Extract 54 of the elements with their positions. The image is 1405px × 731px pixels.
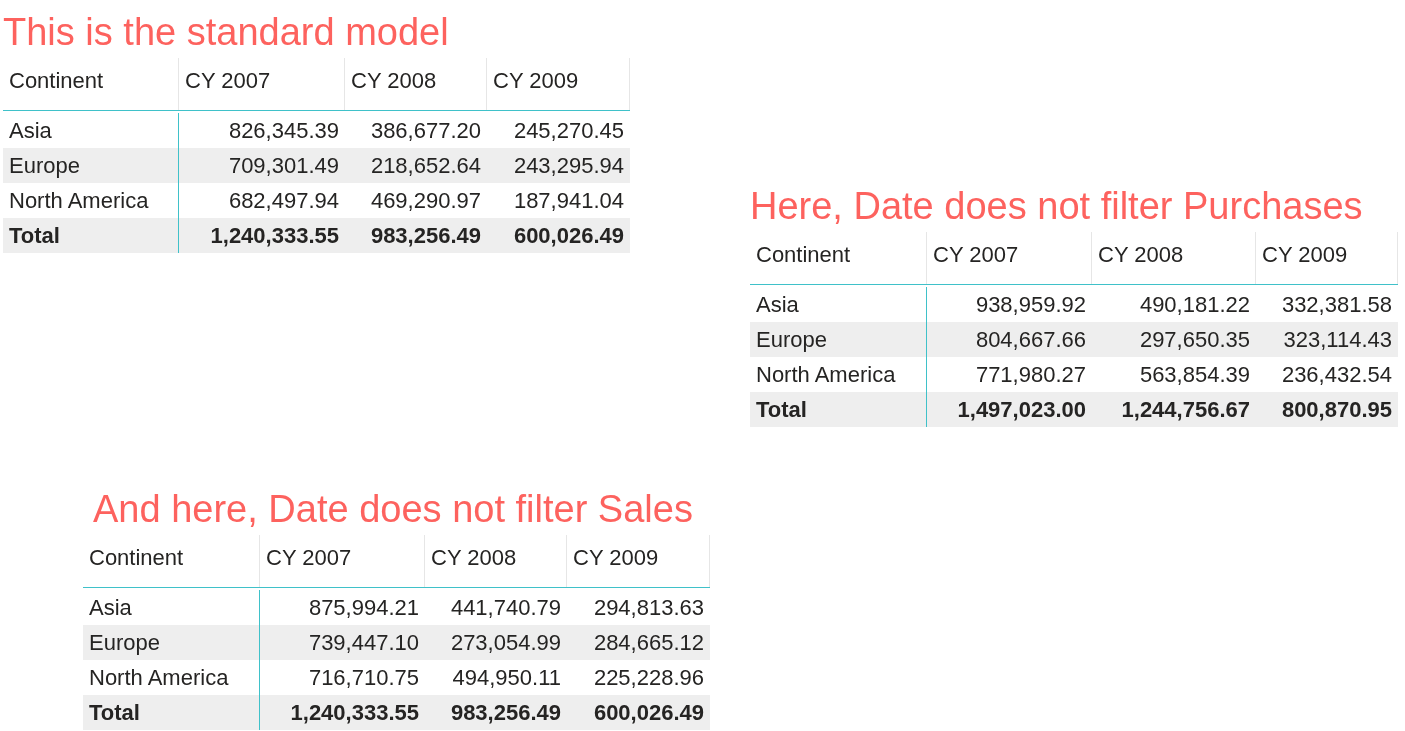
total-cell-text: 800,870.95 bbox=[1280, 396, 1393, 424]
table-cell-text: 563,854.39 bbox=[1138, 361, 1251, 389]
column-header[interactable]: CY 2007 bbox=[927, 232, 1092, 284]
table-cell-text: 938,959.92 bbox=[974, 291, 1087, 319]
table-cell-text: 716,710.75 bbox=[307, 664, 420, 692]
total-cell-text: 600,026.49 bbox=[592, 699, 705, 727]
visual-title: And here, Date does not filter Sales bbox=[93, 487, 694, 532]
total-cell: Total bbox=[3, 218, 179, 253]
table-cell-text: 323,114.43 bbox=[1282, 326, 1393, 354]
table-cell-text: 469,290.97 bbox=[369, 187, 482, 215]
table-cell-text: 441,740.79 bbox=[449, 594, 562, 622]
total-cell-text: 1,240,333.55 bbox=[209, 222, 340, 250]
column-header[interactable]: CY 2007 bbox=[260, 535, 425, 587]
column-header[interactable]: CY 2008 bbox=[1092, 232, 1256, 284]
total-cell-text: 983,256.49 bbox=[449, 699, 562, 727]
table-cell-text: 294,813.63 bbox=[592, 594, 705, 622]
table-cell-text: 709,301.49 bbox=[227, 152, 340, 180]
table-cell-text: 297,650.35 bbox=[1138, 326, 1251, 354]
table-cell-text: 386,677.20 bbox=[369, 117, 482, 145]
table-cell-text: 682,497.94 bbox=[227, 187, 340, 215]
total-cell-text: 1,240,333.55 bbox=[289, 699, 420, 727]
table-cell-text: 494,950.11 bbox=[451, 664, 562, 692]
total-cell-text: 600,026.49 bbox=[512, 222, 625, 250]
table-cell-text: 273,054.99 bbox=[449, 629, 562, 657]
total-cell: Total bbox=[750, 392, 927, 427]
table-cell-text: 332,381.58 bbox=[1280, 291, 1393, 319]
table-cell-text: 225,228.96 bbox=[592, 664, 705, 692]
table-cell-text: 187,941.04 bbox=[512, 187, 625, 215]
column-header[interactable]: CY 2009 bbox=[487, 58, 630, 110]
table-cell-text: 245,270.45 bbox=[512, 117, 625, 145]
total-cell-text: 983,256.49 bbox=[369, 222, 482, 250]
table-cell-text: 284,665.12 bbox=[592, 629, 705, 657]
table-cell-text: 739,447.10 bbox=[307, 629, 420, 657]
visual-title: Here, Date does not filter Purchases bbox=[750, 184, 1364, 229]
column-header[interactable]: CY 2009 bbox=[1256, 232, 1398, 284]
total-cell-text: 1,244,756.67 bbox=[1120, 396, 1251, 424]
total-cell: Total bbox=[83, 695, 260, 730]
table-cell-text: 771,980.27 bbox=[974, 361, 1087, 389]
column-header[interactable]: Continent bbox=[83, 535, 260, 587]
table-cell-text: 218,652.64 bbox=[369, 152, 482, 180]
column-header[interactable]: CY 2008 bbox=[425, 535, 567, 587]
column-header[interactable]: CY 2008 bbox=[345, 58, 487, 110]
table-cell-text: 804,667.66 bbox=[974, 326, 1087, 354]
table-cell-text: 490,181.22 bbox=[1138, 291, 1251, 319]
total-cell-text: 1,497,023.00 bbox=[956, 396, 1087, 424]
column-header[interactable]: Continent bbox=[3, 58, 179, 110]
table-cell-text: 875,994.21 bbox=[307, 594, 420, 622]
table-cell-text: 243,295.94 bbox=[512, 152, 625, 180]
table-cell-text: 826,345.39 bbox=[227, 117, 340, 145]
visual-title: This is the standard model bbox=[3, 10, 450, 55]
column-header[interactable]: CY 2009 bbox=[567, 535, 710, 587]
column-header[interactable]: CY 2007 bbox=[179, 58, 345, 110]
table-cell-text: 236,432.54 bbox=[1280, 361, 1393, 389]
column-header[interactable]: Continent bbox=[750, 232, 927, 284]
